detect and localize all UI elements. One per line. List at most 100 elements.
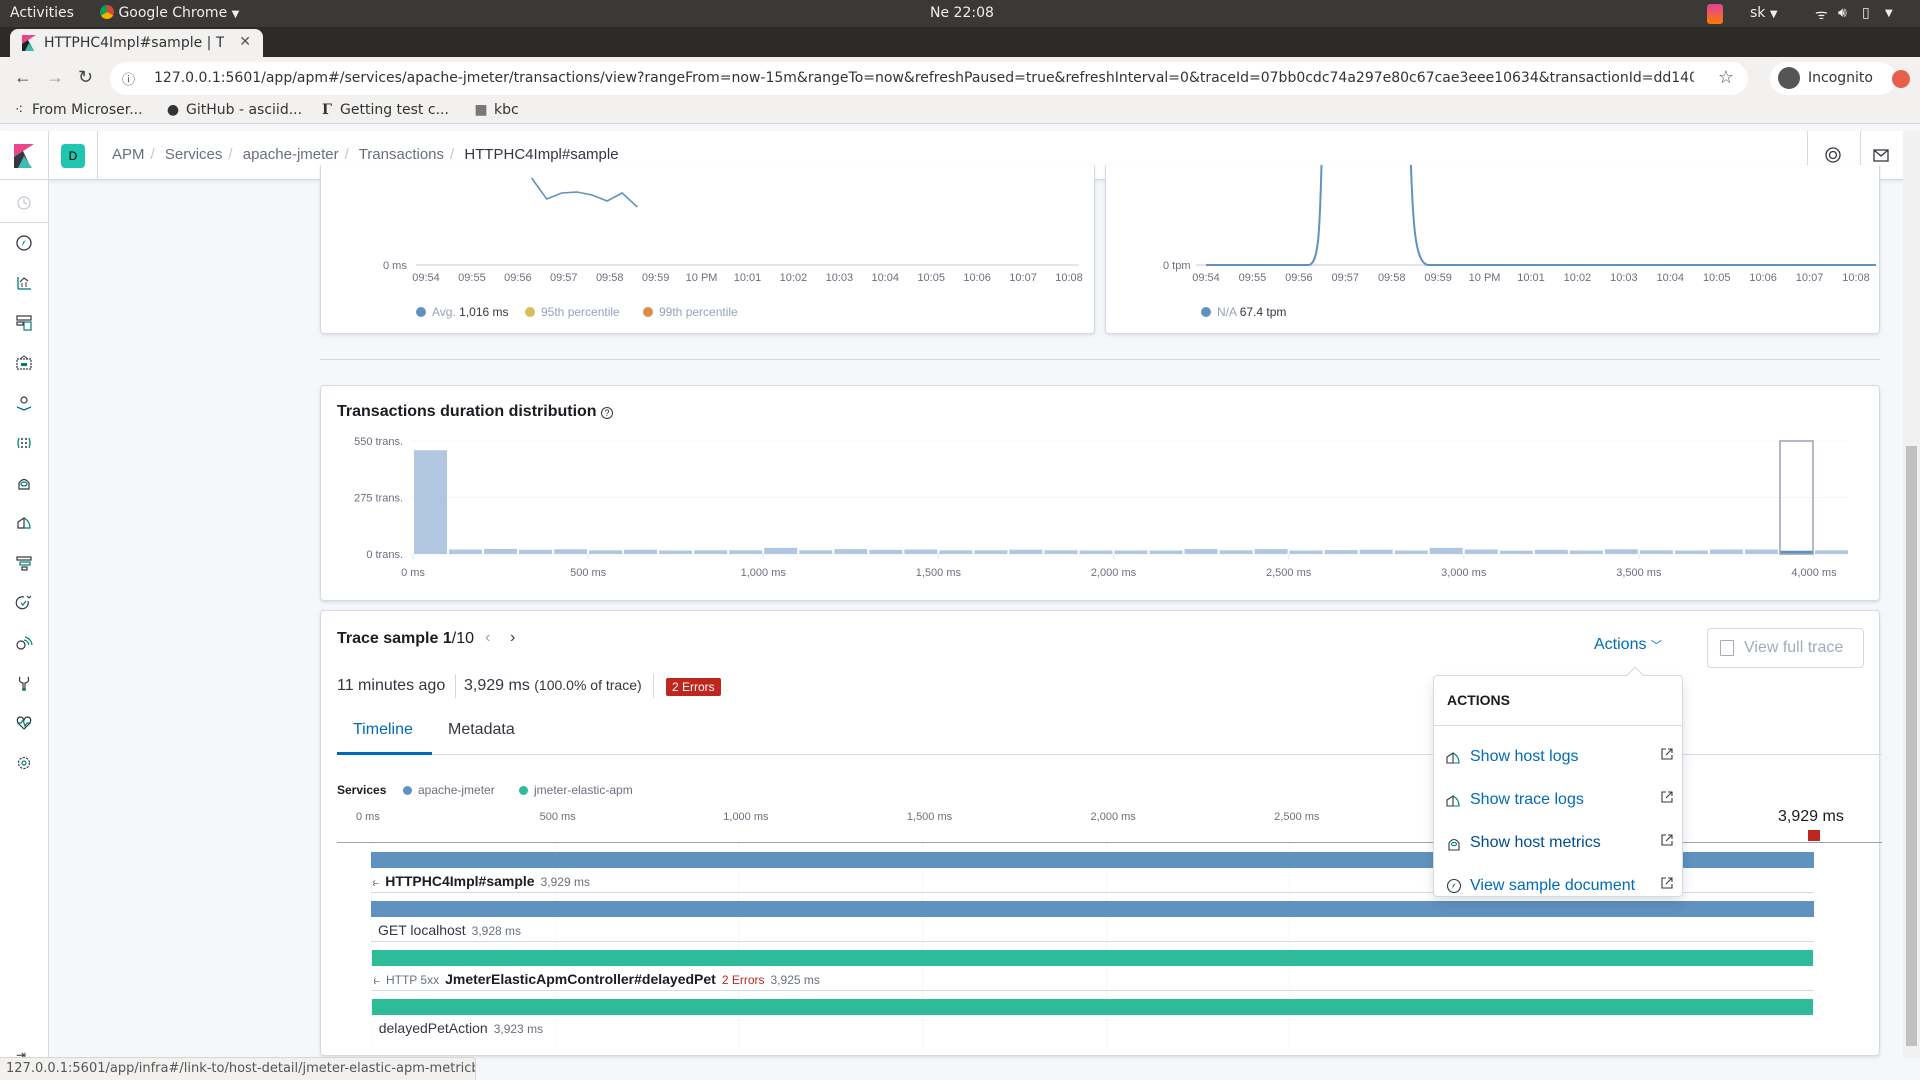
- activities-button[interactable]: Activities: [10, 5, 74, 21]
- timeline-span-bar[interactable]: [371, 999, 1813, 1015]
- siem-icon[interactable]: [14, 633, 34, 653]
- discover-icon: [1446, 878, 1462, 894]
- timeline-row[interactable]: delayedPetAction 3,923 ms: [379, 1020, 543, 1036]
- maps-icon[interactable]: [14, 393, 34, 413]
- bookmarks-bar: ⁖ From Microser... ● GitHub - asciid... ΓG…: [0, 100, 1920, 124]
- visualize-icon[interactable]: [14, 273, 34, 293]
- site-info-icon[interactable]: ⓘ: [122, 69, 135, 88]
- breadcrumb-transactions[interactable]: Transactions: [359, 146, 444, 163]
- uptime-icon[interactable]: [14, 593, 34, 613]
- breadcrumb-services[interactable]: Services: [165, 146, 223, 163]
- breadcrumb-service[interactable]: apache-jmeter: [243, 146, 339, 163]
- timeline-span-bar[interactable]: [371, 950, 1814, 966]
- show-host-logs-link[interactable]: Show host logs: [1446, 746, 1674, 770]
- transaction-icon: ⥼: [373, 877, 380, 889]
- duration-histogram[interactable]: 0 trans. 275 trans. 550 trans. 0 ms 500 ms 1,…: [321, 386, 1881, 602]
- user-menu[interactable]: sk ▼: [1750, 5, 1778, 21]
- discover-icon[interactable]: [14, 233, 34, 253]
- link-status-bar: 127.0.0.1:5601/app/infra#/link-to/host-d…: [0, 1057, 476, 1080]
- legend-p99[interactable]: 99th percentile: [643, 305, 738, 319]
- timeline-row[interactable]: GET localhost 3,928 ms: [378, 922, 521, 938]
- metrics-icon[interactable]: [14, 473, 34, 493]
- bookmark-item[interactable]: ⁖ From Microser...: [12, 102, 143, 118]
- x-tick-label: 10:02: [780, 272, 808, 284]
- histogram-bar: [1464, 549, 1498, 554]
- x-tick-label: 10:02: [1564, 272, 1592, 284]
- kibana-side-nav: ⇥: [0, 180, 49, 1062]
- app-menu[interactable]: Google Chrome ▼: [100, 5, 239, 21]
- timeline-row[interactable]: ⥼ HTTP 5xx JmeterElasticApmController#dela…: [374, 971, 820, 988]
- space-avatar[interactable]: D: [61, 144, 85, 168]
- wifi-icon[interactable]: ᯤ: [1815, 5, 1828, 24]
- back-button[interactable]: ←: [14, 67, 32, 88]
- clock[interactable]: Ne 22:08: [930, 5, 994, 21]
- canvas-icon[interactable]: [14, 353, 34, 373]
- x-tick-label: 2,500 ms: [1266, 567, 1312, 579]
- span-duration: 3,923 ms: [493, 1022, 544, 1036]
- incognito-indicator[interactable]: Incognito: [1770, 62, 1896, 95]
- dev-tools-icon[interactable]: [14, 673, 34, 693]
- dashboard-icon[interactable]: [14, 313, 34, 333]
- logs-icon[interactable]: [14, 513, 34, 533]
- reload-button[interactable]: ↻: [78, 67, 93, 88]
- histogram-bar: [624, 549, 658, 554]
- bookmark-item[interactable]: ● GitHub - asciid...: [166, 102, 302, 118]
- browser-tab[interactable]: HTTPHC4Impl#sample | T ✕: [10, 29, 263, 57]
- histogram-bar: [764, 547, 798, 554]
- histogram-bar: [1744, 549, 1778, 554]
- histogram-bar: [939, 550, 973, 554]
- histogram-bar: [1254, 549, 1288, 554]
- histogram-bar: [1499, 550, 1533, 554]
- histogram-bar: [694, 550, 728, 554]
- legend-swatch: [1201, 307, 1211, 317]
- legend-avg[interactable]: Avg. 1,016 ms: [416, 305, 509, 319]
- external-link-icon: [1661, 791, 1673, 803]
- newsfeed-icon[interactable]: [1871, 145, 1891, 165]
- timeline-tick-label: 500 ms: [539, 811, 576, 823]
- show-trace-logs-link[interactable]: Show trace logs: [1446, 789, 1674, 813]
- x-tick-label: 10:05: [917, 272, 945, 284]
- error-marker[interactable]: [1808, 830, 1820, 841]
- tab-close-icon[interactable]: ✕: [239, 34, 251, 50]
- x-tick-label: 09:58: [1378, 272, 1406, 284]
- timeline-gridline: [1105, 843, 1107, 1047]
- timeline-gridline: [921, 843, 923, 1047]
- timeline-row[interactable]: ⥼ HTTPHC4Impl#sample 3,929 ms: [373, 873, 590, 890]
- apm-icon[interactable]: [14, 553, 34, 573]
- help-icon[interactable]: [1823, 145, 1843, 165]
- forward-button[interactable]: →: [46, 67, 64, 88]
- x-tick-label: 09:56: [1285, 272, 1313, 284]
- histogram-bar: [974, 550, 1008, 554]
- row-divider: [371, 990, 1814, 991]
- page-scrollbar[interactable]: [1903, 131, 1920, 1058]
- recently-viewed-icon[interactable]: [14, 193, 34, 213]
- system-menu-arrow[interactable]: ▼: [1885, 8, 1893, 19]
- bookmark-star-icon[interactable]: ☆: [1718, 67, 1734, 88]
- view-sample-document-link[interactable]: View sample document: [1446, 875, 1674, 899]
- address-bar[interactable]: ⓘ 127.0.0.1:5601/app/apm#/services/apach…: [110, 62, 1748, 95]
- management-icon[interactable]: [14, 753, 34, 773]
- kibana-logo-icon[interactable]: [14, 144, 34, 168]
- extension-icon[interactable]: [1892, 70, 1910, 88]
- volume-icon[interactable]: 🔊︎: [1838, 5, 1847, 21]
- view-full-trace-button[interactable]: View full trace: [1707, 628, 1864, 668]
- jetbrains-toolbox-icon[interactable]: [1707, 4, 1723, 24]
- bookmark-item[interactable]: Γ Getting test c...: [320, 102, 449, 118]
- legend-na[interactable]: N/A 67.4 tpm: [1201, 305, 1286, 319]
- x-tick-label: 10:01: [1517, 272, 1545, 284]
- graph-icon: ⁖: [14, 102, 24, 118]
- span-errors-badge[interactable]: 2 Errors: [722, 973, 765, 987]
- show-host-metrics-link[interactable]: Show host metrics: [1446, 832, 1674, 856]
- legend-p95[interactable]: 95th percentile: [525, 305, 620, 319]
- ml-icon[interactable]: [14, 433, 34, 453]
- histogram-bar: [554, 549, 588, 554]
- x-tick-label: 10:03: [1610, 272, 1638, 284]
- scrollbar-thumb[interactable]: [1906, 446, 1917, 1046]
- bookmark-item[interactable]: ■ kbc: [474, 102, 518, 118]
- breadcrumb-apm[interactable]: APM: [112, 146, 145, 163]
- actions-button[interactable]: Actions ﹀: [1594, 636, 1662, 654]
- battery-icon[interactable]: ▯: [1862, 5, 1870, 21]
- monitoring-icon[interactable]: [14, 713, 34, 733]
- timeline-span-bar[interactable]: [371, 901, 1814, 917]
- histogram-bar: [799, 550, 833, 554]
